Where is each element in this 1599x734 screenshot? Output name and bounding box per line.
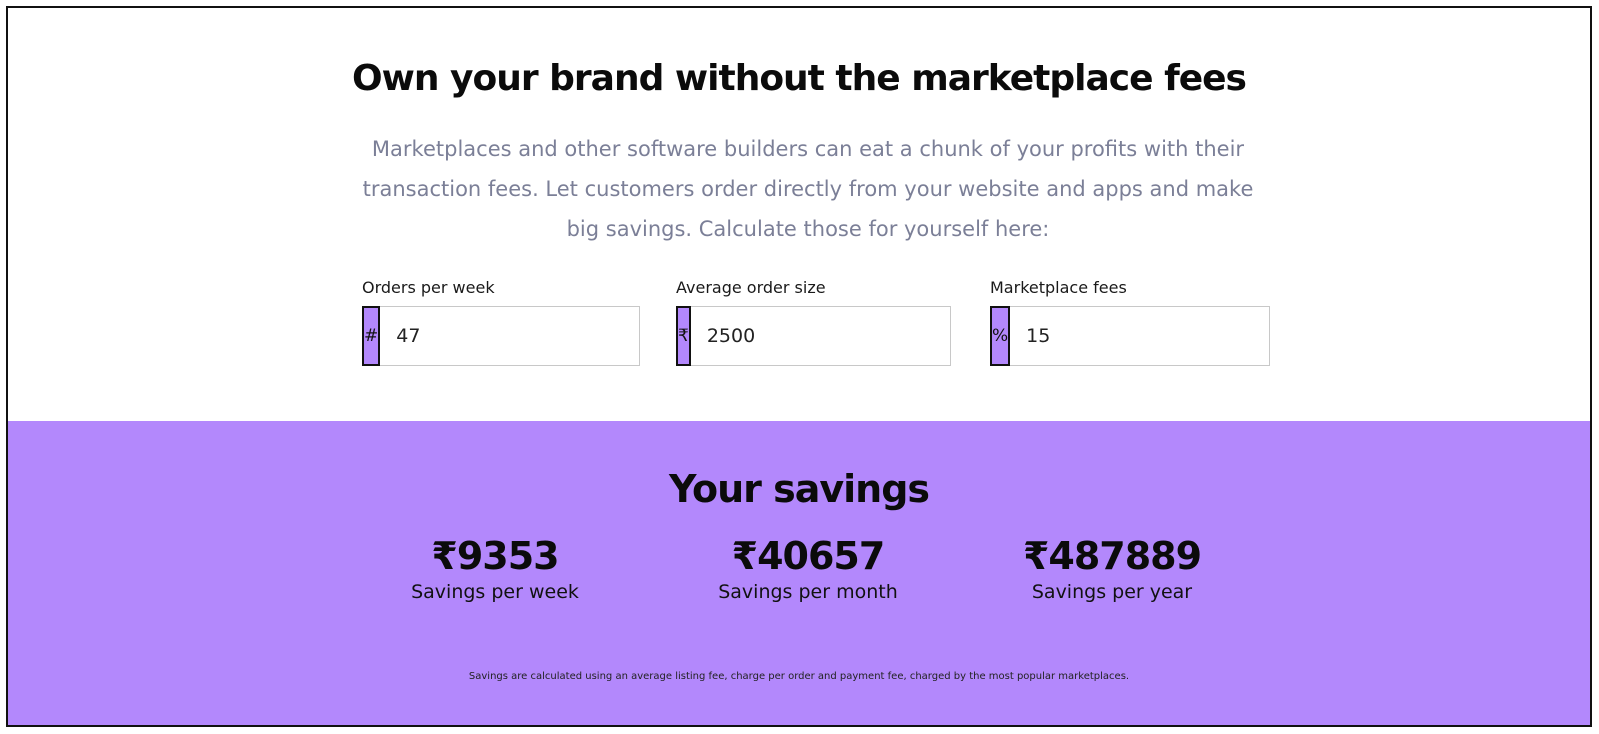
marketplace-fees-input[interactable] — [1010, 306, 1271, 366]
savings-per-year: ₹487889 Savings per year — [992, 533, 1232, 603]
orders-per-week-input-group: # — [362, 306, 641, 366]
savings-per-month-label: Savings per month — [718, 581, 898, 603]
average-order-size-field: Average order size ₹ — [676, 276, 951, 366]
average-order-size-label: Average order size — [676, 278, 826, 297]
average-order-size-input-group: ₹ — [676, 306, 951, 366]
marketplace-fees-field: Marketplace fees % — [990, 276, 1271, 366]
savings-disclaimer: Savings are calculated using an average … — [468, 671, 1130, 682]
average-order-size-input[interactable] — [690, 306, 951, 366]
hash-icon: # — [362, 306, 381, 366]
savings-section: Your savings ₹9353 Savings per week ₹406… — [8, 421, 1590, 725]
savings-per-week: ₹9353 Savings per week — [375, 533, 615, 603]
rupee-icon: ₹ — [676, 306, 691, 366]
percent-icon: % — [990, 306, 1011, 366]
savings-per-month: ₹40657 Savings per month — [688, 533, 928, 603]
savings-per-month-value: ₹40657 — [731, 534, 886, 578]
savings-per-year-label: Savings per year — [1031, 581, 1193, 603]
savings-per-week-label: Savings per week — [411, 581, 579, 603]
savings-title: Your savings — [668, 467, 930, 511]
page-subtitle: Marketplaces and other software builders… — [362, 137, 1254, 241]
marketplace-fees-label: Marketplace fees — [990, 278, 1127, 297]
page-frame: Own your brand without the marketplace f… — [6, 6, 1592, 727]
savings-per-year-value: ₹487889 — [1022, 534, 1202, 578]
orders-per-week-input[interactable] — [380, 306, 641, 366]
calculator-section: Own your brand without the marketplace f… — [8, 8, 1590, 421]
marketplace-fees-input-group: % — [990, 306, 1271, 366]
page-title: Own your brand without the marketplace f… — [352, 58, 1247, 99]
savings-per-week-value: ₹9353 — [431, 534, 559, 578]
orders-per-week-label: Orders per week — [362, 278, 495, 297]
orders-per-week-field: Orders per week # — [362, 276, 641, 366]
